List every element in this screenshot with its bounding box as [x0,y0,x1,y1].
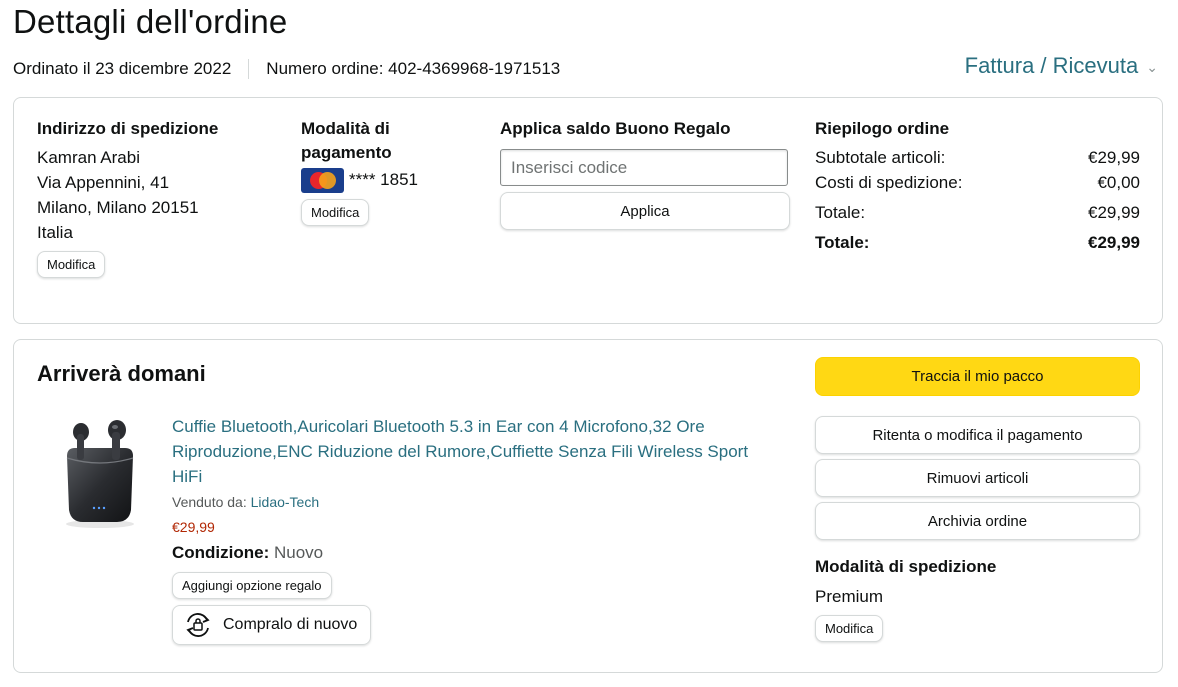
summary-row: Subtotale articoli: €29,99 [815,145,1140,170]
summary-value: €29,99 [1088,233,1140,252]
payment-title: Modalità di pagamento [301,119,392,162]
address-line: Milano, Milano 20151 [37,198,199,217]
product-image[interactable] [59,418,141,530]
product-price: €29,99 [172,519,215,535]
summary-label: Totale: [815,203,866,222]
shipping-address-section: Indirizzo di spedizione Kamran Arabi Via… [37,117,267,278]
order-meta: Ordinato il 23 dicembre 2022 Numero ordi… [13,59,560,79]
summary-value: €0,00 [1097,173,1140,192]
remove-items-button[interactable]: Rimuovi articoli [815,459,1140,497]
shipping-address-title: Indirizzo di spedizione [37,119,219,138]
invoice-link-label: Fattura / Ricevuta [964,53,1139,78]
product-info: Cuffie Bluetooth,Auricolari Bluetooth 5.… [172,414,772,645]
gift-card-section: Applica saldo Buono Regalo Applica [500,117,790,230]
delivery-status: Arriverà domani [37,361,206,386]
shipment-card: Arriverà domani Cuffie Bluetooth,Auricol… [13,339,1163,673]
edit-address-button[interactable]: Modifica [37,251,106,278]
order-summary-title: Riepilogo ordine [815,119,950,138]
track-package-button[interactable]: Traccia il mio pacco [815,357,1140,396]
address-line: Via Appennini, 41 [37,173,170,192]
product-condition: Condizione: Nuovo [172,541,772,565]
summary-label: Costi di spedizione: [815,173,963,192]
order-info-card: Indirizzo di spedizione Kamran Arabi Via… [13,97,1163,324]
chevron-down-icon: ⌄ [1146,58,1158,75]
summary-label: Subtotale articoli: [815,148,946,167]
sold-by-label: Venduto da: [172,494,247,510]
summary-label: Totale: [815,233,870,252]
invoice-dropdown[interactable]: Fattura / Ricevuta ⌄ [965,53,1158,79]
buy-again-button[interactable]: Compralo di nuovo [172,605,372,645]
summary-row: Costi di spedizione: €0,00 [815,170,1140,195]
shipping-mode-title: Modalità di spedizione [815,557,997,576]
divider [248,59,250,79]
order-date: Ordinato il 23 dicembre 2022 [13,59,232,78]
summary-row: Totale: €29,99 [815,200,1140,225]
summary-total-row: Totale: €29,99 [815,230,1140,255]
edit-payment-button[interactable]: Modifica [301,199,370,226]
order-summary-section: Riepilogo ordine Subtotale articoli: €29… [815,117,1140,255]
sold-by: Venduto da: Lidao-Tech [172,492,772,512]
payment-card: **** 1851 [301,167,471,193]
edit-shipping-mode-button[interactable]: Modifica [815,615,884,642]
buy-again-icon [186,613,210,637]
address-line: Italia [37,223,73,242]
page-title: Dettagli dell'ordine [13,3,288,40]
address-line: Kamran Arabi [37,148,140,167]
apply-gift-button[interactable]: Applica [500,192,790,230]
shipping-mode-value: Premium [815,587,884,606]
summary-value: €29,99 [1088,203,1140,222]
buy-again-label: Compralo di nuovo [223,616,358,633]
product-title-link[interactable]: Cuffie Bluetooth,Auricolari Bluetooth 5.… [172,414,772,489]
gift-card-title: Applica saldo Buono Regalo [500,119,731,138]
payment-section: Modalità di pagamento **** 1851 Modifica [301,117,471,226]
shipment-actions: Traccia il mio pacco Ritenta o modifica … [815,357,1140,642]
condition-value: Nuovo [274,543,324,562]
retry-payment-button[interactable]: Ritenta o modifica il pagamento [815,416,1140,454]
gift-code-input[interactable] [500,149,788,186]
summary-value: €29,99 [1088,148,1140,167]
order-number: Numero ordine: 402-4369968-1971513 [266,59,561,78]
mastercard-icon [301,167,344,193]
condition-label: Condizione: [172,543,270,562]
card-number: **** 1851 [349,170,419,189]
archive-order-button[interactable]: Archivia ordine [815,502,1140,540]
add-gift-option-button[interactable]: Aggiungi opzione regalo [172,572,332,599]
seller-link[interactable]: Lidao-Tech [251,494,320,510]
